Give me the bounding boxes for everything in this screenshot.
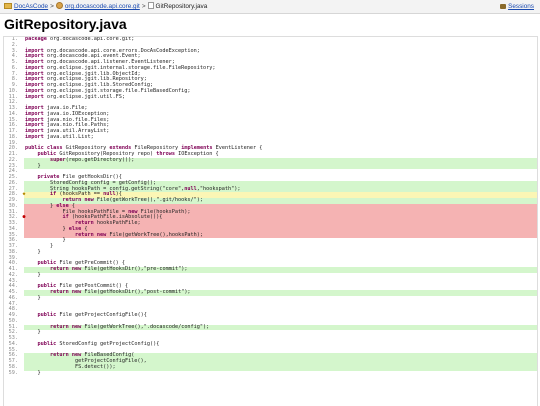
breadcrumb: DocAsCode > org.docascode.api.core.git > Git… (4, 0, 207, 13)
java-file-icon (147, 2, 154, 9)
code-line: 59. } (4, 369, 537, 377)
breadcrumb-separator: > (50, 3, 54, 10)
line-number: 59. (8, 369, 18, 376)
breadcrumb-bar: DocAsCode > org.docascode.api.core.git > Git… (0, 0, 540, 14)
breadcrumb-link-package[interactable]: org.docascode.api.core.git (65, 3, 140, 10)
source-code-listing: 1. package org.docascode.api.core.git; 2. … (3, 36, 538, 406)
breadcrumb-separator: > (141, 3, 146, 10)
folder-icon (4, 3, 12, 9)
sessions-icon (500, 4, 507, 9)
page-title: GitRepository.java (4, 16, 127, 32)
sessions-link[interactable]: Sessions (508, 3, 534, 10)
breadcrumb-link-project[interactable]: DocAsCode (14, 3, 48, 10)
package-icon (55, 2, 63, 9)
sessions-link-wrap: Sessions (500, 0, 534, 13)
code-text: } (25, 369, 41, 376)
breadcrumb-current-file: GitRepository.java (155, 3, 208, 10)
